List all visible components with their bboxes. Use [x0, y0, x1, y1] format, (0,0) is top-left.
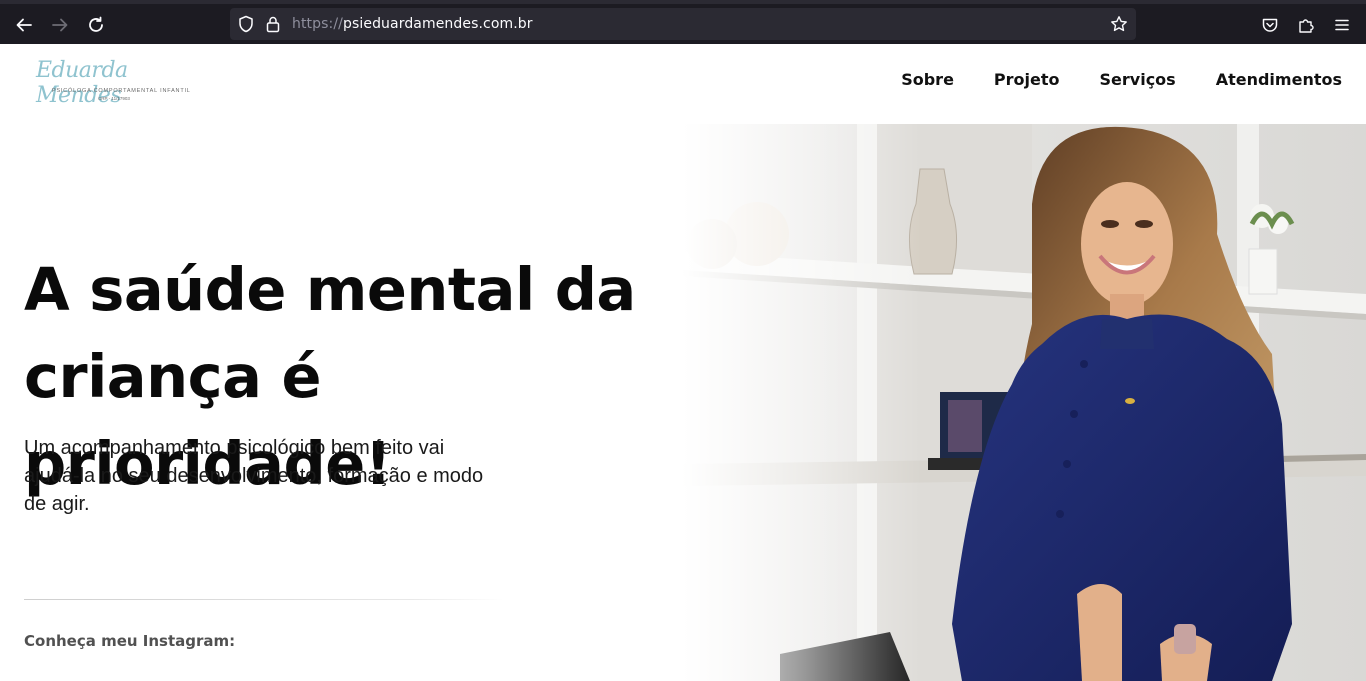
instagram-label: Conheça meu Instagram: — [24, 632, 236, 650]
divider — [24, 599, 504, 600]
arrow-right-icon — [52, 18, 68, 32]
url-bar[interactable]: https://psieduardamendes.com.br — [230, 8, 1136, 40]
shield-icon[interactable] — [236, 14, 256, 34]
arrow-left-icon — [16, 18, 32, 32]
url-host: psieduardamendes.com.br — [342, 16, 533, 32]
star-icon[interactable] — [1109, 14, 1129, 34]
back-button[interactable] — [10, 11, 38, 39]
nav-projeto[interactable]: Projeto — [994, 70, 1060, 89]
site-logo[interactable]: Eduarda Mendes PSICÓLOGA COMPORTAMENTAL … — [32, 58, 202, 108]
forward-button[interactable] — [46, 11, 74, 39]
logo-subtitle: PSICÓLOGA COMPORTAMENTAL INFANTIL — [52, 88, 191, 94]
hero-description: Um acompanhamento psicológico bem feito … — [24, 437, 484, 515]
url-protocol: https:// — [292, 16, 343, 32]
reload-icon — [89, 16, 103, 32]
nav-atendimentos[interactable]: Atendimentos — [1216, 70, 1342, 89]
url-text[interactable]: https://psieduardamendes.com.br — [292, 16, 533, 32]
reload-button[interactable] — [82, 11, 110, 39]
puzzle-icon[interactable] — [1292, 11, 1320, 39]
browser-toolbar: https://psieduardamendes.com.br — [0, 0, 1366, 44]
site-header: Eduarda Mendes PSICÓLOGA COMPORTAMENTAL … — [0, 44, 1366, 124]
hero-photo — [682, 124, 1366, 681]
nav-sobre[interactable]: Sobre — [901, 70, 954, 89]
pocket-icon[interactable] — [1256, 11, 1284, 39]
hamburger-menu-icon[interactable] — [1328, 11, 1356, 39]
main-nav: Sobre Projeto Serviços Atendimentos — [901, 70, 1342, 89]
hero-title-line-1: A saúde mental da — [24, 255, 636, 324]
nav-servicos[interactable]: Serviços — [1100, 70, 1176, 89]
lock-icon[interactable] — [263, 14, 283, 34]
logo-crp: CRP - 11/17903 — [98, 96, 130, 101]
